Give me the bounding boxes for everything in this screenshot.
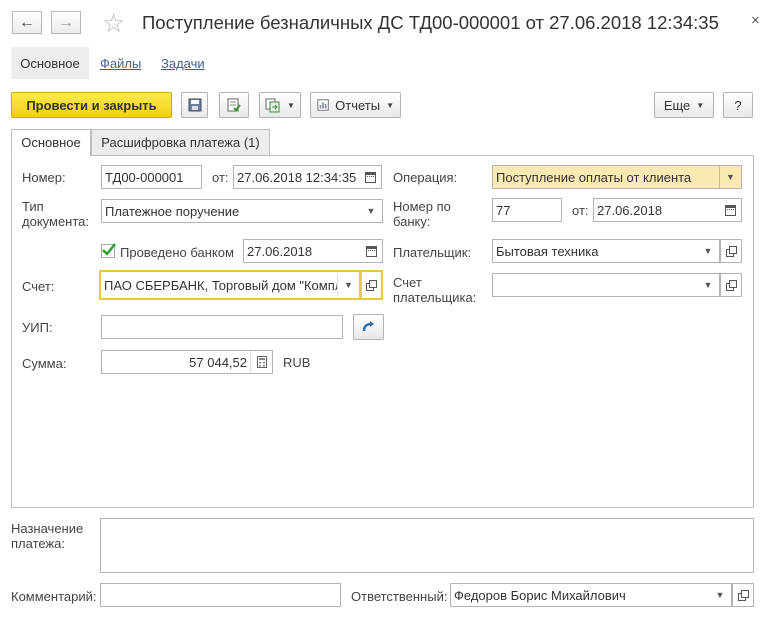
doc-type-label: Тип документа:	[22, 199, 89, 229]
chevron-down-icon: ▼	[696, 100, 705, 110]
window-title: Поступление безналичных ДС ТД00-000001 о…	[142, 12, 719, 33]
tab-payment-details[interactable]: Расшифровка платежа (1)	[91, 129, 270, 156]
bank-posted-checkbox[interactable]	[101, 243, 116, 258]
bank-posted-date-value: 27.06.2018	[247, 243, 313, 259]
open-icon	[366, 280, 377, 291]
reports-button[interactable]: Отчеты ▼	[310, 92, 401, 118]
open-payer-button[interactable]	[720, 239, 742, 263]
purpose-textarea[interactable]	[100, 518, 754, 573]
calendar-icon[interactable]	[719, 199, 741, 221]
open-account-button[interactable]	[361, 270, 383, 300]
chevron-down-icon[interactable]: ▼	[360, 200, 382, 222]
bank-posted-date-field[interactable]: 27.06.2018	[243, 239, 383, 263]
help-button[interactable]: ?	[723, 92, 753, 118]
doc-type-value: Платежное поручение	[105, 203, 240, 219]
responsible-label: Ответственный:	[351, 589, 448, 604]
open-icon	[725, 280, 737, 291]
tab-main-label: Основное	[21, 135, 81, 150]
nav-tab-files[interactable]: Файлы	[100, 47, 141, 79]
chevron-down-icon[interactable]: ▼	[337, 274, 359, 296]
tab-payment-details-label: Расшифровка платежа (1)	[101, 135, 260, 150]
doc-type-select[interactable]: Платежное поручение ▼	[101, 199, 383, 223]
payer-account-label: Счет плательщика:	[393, 275, 477, 305]
chevron-down-icon: ▼	[386, 100, 394, 110]
payer-label: Плательщик:	[393, 245, 472, 260]
nav-tab-tasks[interactable]: Задачи	[161, 47, 205, 79]
comment-field[interactable]	[100, 583, 341, 607]
tab-main[interactable]: Основное	[11, 129, 91, 156]
save-icon	[188, 98, 201, 112]
arrow-left-icon: ←	[19, 13, 35, 31]
post-document-icon	[227, 98, 241, 112]
favorite-star-icon[interactable]: ☆	[102, 8, 125, 39]
chevron-down-icon[interactable]: ▼	[709, 584, 731, 606]
payer-value: Бытовая техника	[496, 243, 599, 259]
purpose-label: Назначение платежа:	[11, 521, 84, 551]
reports-icon	[317, 99, 329, 111]
create-based-on-button[interactable]: ▼	[259, 92, 301, 118]
date-value: 27.06.2018 12:34:35	[237, 169, 357, 185]
arrow-curved-right-icon	[362, 321, 374, 332]
sum-value: 57 044,52	[189, 354, 247, 370]
calendar-icon[interactable]	[360, 240, 382, 262]
uip-generate-button[interactable]	[353, 314, 384, 340]
close-icon[interactable]: ×	[751, 12, 760, 29]
reports-label: Отчеты	[335, 97, 381, 113]
account-value: ПАО СБЕРБАНК, Торговый дом "Комплексный"	[104, 277, 337, 293]
calculator-icon[interactable]	[250, 351, 272, 373]
nav-tab-main-label: Основное	[20, 55, 80, 71]
chevron-down-icon[interactable]: ▼	[697, 274, 719, 296]
number-label: Номер:	[22, 170, 66, 185]
bank-date-field[interactable]: 27.06.2018	[593, 198, 742, 222]
account-label: Счет:	[22, 279, 55, 294]
more-label: Еще	[663, 97, 691, 113]
operation-value: Поступление оплаты от клиента	[496, 169, 692, 185]
chevron-down-icon[interactable]: ▼	[719, 166, 741, 188]
chevron-down-icon: ▼	[287, 100, 295, 110]
bank-date-value: 27.06.2018	[597, 202, 663, 218]
chevron-down-icon[interactable]: ▼	[697, 240, 719, 262]
uip-field[interactable]	[101, 315, 343, 339]
forward-button[interactable]: →	[51, 11, 81, 34]
operation-select[interactable]: Поступление оплаты от клиента ▼	[492, 165, 742, 189]
back-button[interactable]: ←	[12, 11, 42, 34]
uip-label: УИП:	[22, 320, 53, 335]
open-payer-account-button[interactable]	[720, 273, 742, 297]
bank-number-value: 77	[496, 202, 511, 218]
help-label: ?	[734, 97, 742, 113]
sum-field[interactable]: 57 044,52	[101, 350, 273, 374]
operation-label: Операция:	[393, 170, 458, 185]
currency-label: RUB	[283, 355, 311, 370]
more-button[interactable]: Еще ▼	[654, 92, 714, 118]
post-and-close-button[interactable]: Провести и закрыть	[11, 92, 172, 118]
account-select[interactable]: ПАО СБЕРБАНК, Торговый дом "Комплексный"…	[99, 270, 361, 300]
save-button[interactable]	[181, 92, 208, 118]
date-from-label: от:	[212, 170, 229, 185]
payer-select[interactable]: Бытовая техника ▼	[492, 239, 720, 263]
open-icon	[737, 590, 749, 601]
bank-number-label: Номер по банку:	[393, 199, 451, 229]
number-value: ТД00-000001	[105, 169, 184, 185]
responsible-value: Федоров Борис Михайлович	[454, 587, 626, 603]
date-field[interactable]: 27.06.2018 12:34:35	[233, 165, 382, 189]
sum-label: Сумма:	[22, 356, 67, 371]
number-field[interactable]: ТД00-000001	[101, 165, 202, 189]
calendar-icon[interactable]	[359, 166, 381, 188]
arrow-right-icon: →	[58, 13, 74, 31]
nav-tab-main[interactable]: Основное	[11, 47, 89, 79]
post-button[interactable]	[219, 92, 249, 118]
bank-number-field[interactable]: 77	[492, 198, 562, 222]
open-icon	[725, 246, 737, 257]
post-and-close-label: Провести и закрыть	[26, 97, 157, 113]
payer-account-select[interactable]: ▼	[492, 273, 720, 297]
bank-posted-label: Проведено банком	[120, 245, 234, 260]
open-responsible-button[interactable]	[732, 583, 754, 607]
comment-label: Комментарий:	[11, 589, 97, 604]
create-based-on-icon	[265, 98, 280, 112]
responsible-select[interactable]: Федоров Борис Михайлович ▼	[450, 583, 732, 607]
bank-date-from-label: от:	[572, 203, 589, 218]
checkmark-icon	[102, 243, 116, 256]
